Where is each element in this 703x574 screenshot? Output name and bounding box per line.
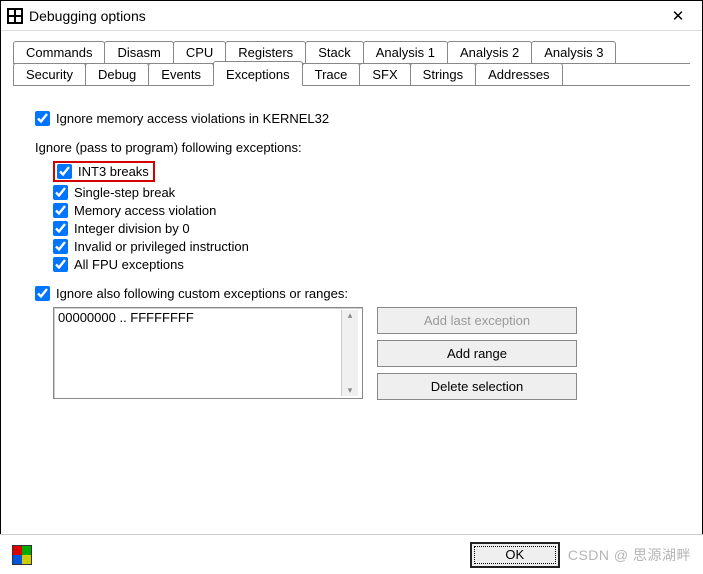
label-int3: INT3 breaks [78,164,149,179]
custom-listbox[interactable]: 00000000 .. FFFFFFFF ▴ ▾ [53,307,363,399]
tab-row-2: Security Debug Events Exceptions Trace S… [13,63,690,86]
close-icon: ✕ [672,7,685,25]
add-range-button[interactable]: Add range [377,340,577,367]
custom-exceptions-area: 00000000 .. FFFFFFFF ▴ ▾ Add last except… [53,307,686,400]
tab-stack[interactable]: Stack [305,41,364,63]
tabs: Commands Disasm CPU Registers Stack Anal… [13,41,690,86]
option-int3: INT3 breaks [53,161,686,182]
window-title: Debugging options [29,8,656,24]
tab-row-1: Commands Disasm CPU Registers Stack Anal… [13,41,690,64]
checkbox-fpu[interactable] [53,257,68,272]
tab-events[interactable]: Events [148,63,214,85]
label-following-exceptions: Ignore (pass to program) following excep… [35,140,686,155]
tab-commands[interactable]: Commands [13,41,105,63]
checkbox-ignore-custom[interactable] [35,286,50,301]
tab-sfx[interactable]: SFX [359,63,410,85]
label-invalid: Invalid or privileged instruction [74,239,249,254]
label-singlestep: Single-step break [74,185,175,200]
ok-button[interactable]: OK [470,542,560,568]
option-fpu: All FPU exceptions [53,257,686,272]
tab-analysis3[interactable]: Analysis 3 [531,41,616,63]
listbox-scrollbar[interactable]: ▴ ▾ [341,310,358,396]
label-intdiv: Integer division by 0 [74,221,190,236]
scroll-down-icon: ▾ [348,385,353,396]
side-buttons: Add last exception Add range Delete sele… [377,307,577,400]
tab-cpu[interactable]: CPU [173,41,226,63]
title-bar: Debugging options ✕ [1,1,702,31]
highlight-box: INT3 breaks [53,161,155,182]
scroll-up-icon: ▴ [348,310,353,321]
label-fpu: All FPU exceptions [74,257,184,272]
checkbox-singlestep[interactable] [53,185,68,200]
option-singlestep: Single-step break [53,185,686,200]
close-button[interactable]: ✕ [656,2,700,30]
listbox-content: 00000000 .. FFFFFFFF [58,310,341,396]
bottom-bar: OK CSDN @ 思源湖畔 [0,534,703,574]
bottom-right: OK CSDN @ 思源湖畔 [470,542,691,568]
tab-registers[interactable]: Registers [225,41,306,63]
label-memaccess: Memory access violation [74,203,216,218]
palette-icon[interactable] [12,545,32,565]
option-ignore-kernel32: Ignore memory access violations in KERNE… [35,111,686,126]
option-invalid: Invalid or privileged instruction [53,239,686,254]
content-area: Commands Disasm CPU Registers Stack Anal… [1,31,702,400]
tab-strings[interactable]: Strings [410,63,476,85]
checkbox-invalid[interactable] [53,239,68,254]
tab-analysis2[interactable]: Analysis 2 [447,41,532,63]
tab-addresses[interactable]: Addresses [475,63,562,85]
label-ignore-kernel32: Ignore memory access violations in KERNE… [56,111,329,126]
tab-trace[interactable]: Trace [302,63,361,85]
option-memaccess: Memory access violation [53,203,686,218]
checkbox-intdiv[interactable] [53,221,68,236]
checkbox-int3[interactable] [57,164,72,179]
list-item[interactable]: 00000000 .. FFFFFFFF [58,310,341,325]
tab-exceptions[interactable]: Exceptions [213,61,303,86]
option-ignore-custom: Ignore also following custom exceptions … [35,286,686,301]
checkbox-ignore-kernel32[interactable] [35,111,50,126]
tab-analysis1[interactable]: Analysis 1 [363,41,448,63]
option-intdiv: Integer division by 0 [53,221,686,236]
label-ignore-custom: Ignore also following custom exceptions … [56,286,348,301]
tab-security[interactable]: Security [13,63,86,85]
tab-disasm[interactable]: Disasm [104,41,173,63]
tab-debug[interactable]: Debug [85,63,149,85]
checkbox-memaccess[interactable] [53,203,68,218]
app-icon [7,8,23,24]
delete-selection-button[interactable]: Delete selection [377,373,577,400]
watermark: CSDN @ 思源湖畔 [568,545,691,565]
add-last-exception-button[interactable]: Add last exception [377,307,577,334]
exceptions-panel: Ignore memory access violations in KERNE… [13,102,690,400]
